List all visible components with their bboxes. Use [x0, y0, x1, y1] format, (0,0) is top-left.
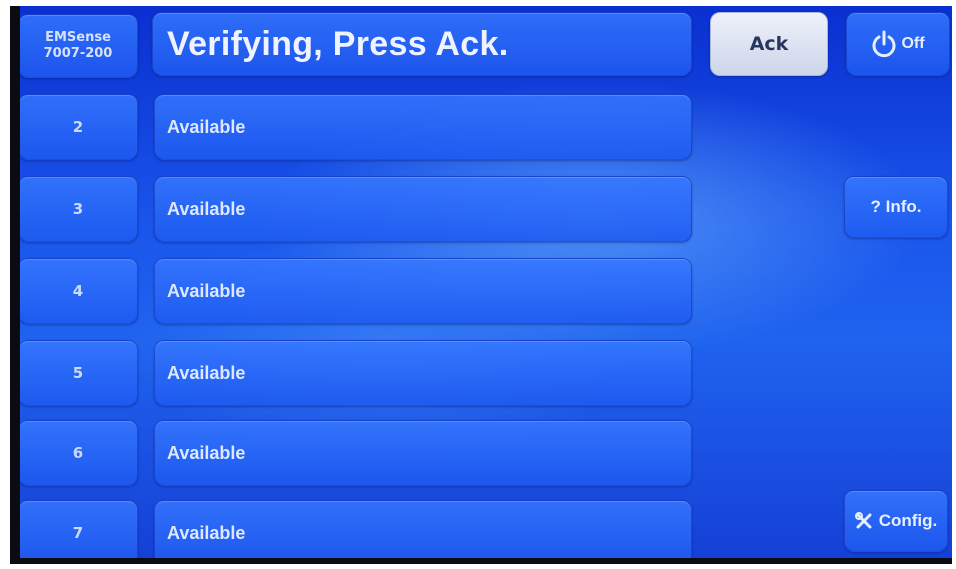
tools-icon	[854, 512, 873, 530]
device-model-button[interactable]: EMSense 7007-200	[18, 14, 138, 78]
off-button-label: Off	[901, 35, 925, 52]
channel-number-button[interactable]: 3	[18, 176, 138, 242]
device-model-name: EMSense	[45, 30, 111, 45]
info-button[interactable]: ? Info.	[844, 176, 948, 238]
channel-status: Available	[167, 362, 246, 383]
channel-number: 7	[72, 524, 84, 542]
channel-status-button[interactable]: Available	[154, 340, 692, 406]
power-icon	[871, 30, 897, 58]
channel-number-button[interactable]: 5	[18, 340, 138, 406]
ack-button-label: Ack	[749, 33, 789, 55]
ack-button[interactable]: Ack	[710, 12, 828, 76]
status-title: Verifying, Press Ack.	[152, 12, 692, 76]
info-button-label: ? Info.	[870, 197, 922, 216]
channel-number: 3	[72, 200, 84, 218]
status-title-text: Verifying, Press Ack.	[167, 24, 509, 63]
channel-number: 6	[72, 444, 84, 462]
channel-number-button[interactable]: 7	[18, 500, 138, 564]
channel-status: Available	[167, 442, 246, 463]
off-button[interactable]: Off	[846, 12, 950, 76]
channel-status-button[interactable]: Available	[154, 500, 692, 564]
channel-status-button[interactable]: Available	[154, 258, 692, 324]
channel-number: 5	[72, 364, 84, 382]
channel-status-button[interactable]: Available	[154, 176, 692, 242]
channel-status: Available	[167, 198, 246, 219]
channel-number: 2	[72, 118, 84, 136]
channel-number-button[interactable]: 6	[18, 420, 138, 486]
config-button[interactable]: Config.	[844, 490, 948, 552]
channel-status-button[interactable]: Available	[154, 420, 692, 486]
channel-status: Available	[167, 116, 246, 137]
touch-screen: EMSense 7007-200 Verifying, Press Ack. A…	[10, 6, 952, 564]
channel-number-button[interactable]: 4	[18, 258, 138, 324]
channel-number-button[interactable]: 2	[18, 94, 138, 160]
device-model-number: 7007-200	[43, 46, 113, 61]
channel-status-button[interactable]: Available	[154, 94, 692, 160]
channel-status: Available	[167, 280, 246, 301]
channel-number: 4	[72, 282, 84, 300]
channel-status: Available	[167, 522, 246, 543]
config-button-label: Config.	[878, 511, 938, 530]
